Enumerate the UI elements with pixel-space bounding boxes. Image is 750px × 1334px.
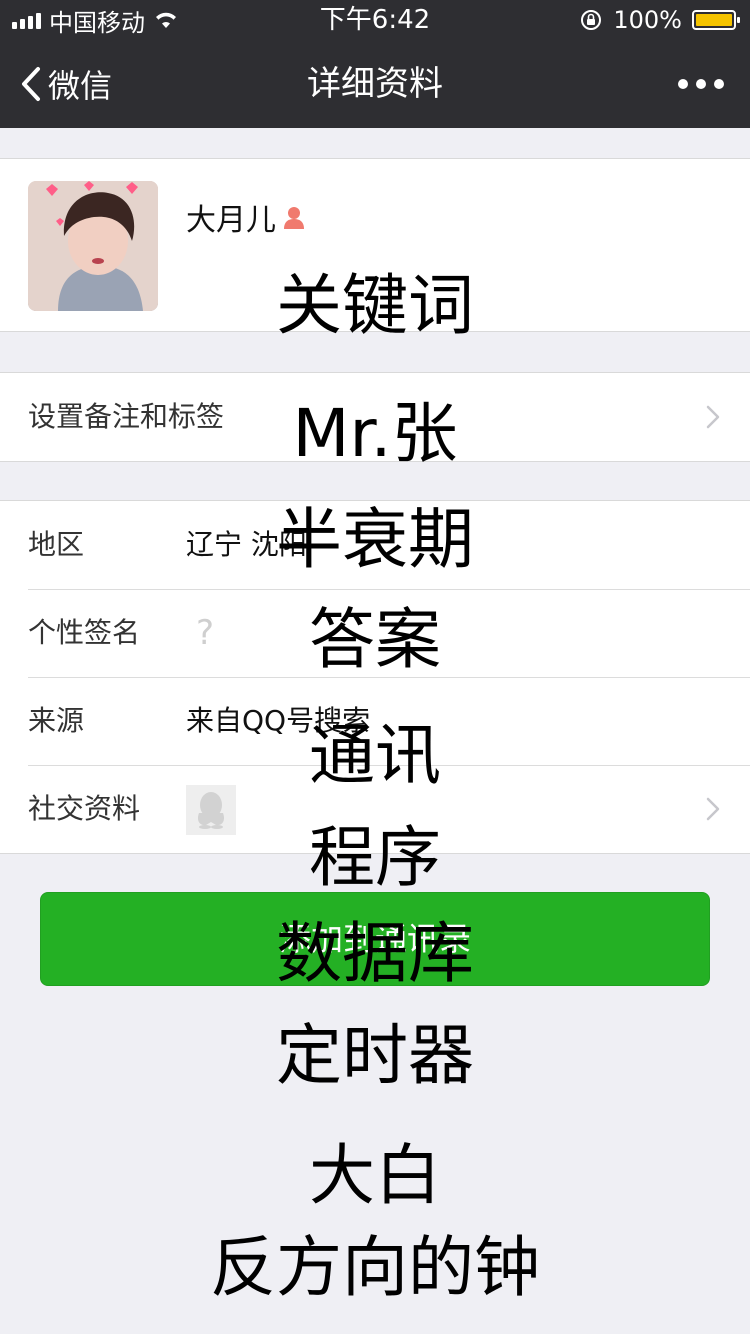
overlay-word: 定时器 <box>276 1017 474 1094</box>
status-right: 100% <box>579 0 740 40</box>
info-group: 地区 辽宁 沈阳 个性签名 ? 来源 来自QQ号搜索 社交资料 <box>0 500 750 854</box>
overlay-word: 反方向的钟 <box>210 1229 540 1306</box>
remark-label: 设置备注和标签 <box>28 400 225 433</box>
more-icon[interactable] <box>678 40 724 128</box>
profile-name: 大月儿 <box>186 203 276 238</box>
battery-fill <box>696 14 732 26</box>
social-row[interactable]: 社交资料 <box>0 765 750 853</box>
page-title: 详细资料 <box>307 64 443 104</box>
profile-card: 大月儿 <box>0 158 750 332</box>
avatar-photo <box>28 181 158 311</box>
source-label: 来源 <box>28 704 85 737</box>
source-row: 来源 来自QQ号搜索 <box>0 677 750 765</box>
battery-icon <box>692 10 740 30</box>
avatar[interactable] <box>28 181 158 311</box>
chevron-right-icon <box>706 405 720 429</box>
region-label: 地区 <box>28 528 85 561</box>
qq-icon <box>186 785 236 835</box>
female-icon <box>284 207 304 229</box>
nav-bar: 微信 详细资料 <box>0 40 750 128</box>
status-bar: 中国移动 下午6:42 100% <box>0 0 750 40</box>
social-label: 社交资料 <box>28 792 141 825</box>
signature-value: ? <box>196 613 215 653</box>
source-value: 来自QQ号搜索 <box>186 704 371 737</box>
overlay-word: 大白 <box>309 1137 441 1214</box>
region-value: 辽宁 沈阳 <box>186 528 307 561</box>
remark-group: 设置备注和标签 <box>0 372 750 462</box>
battery-percent: 100% <box>613 6 682 34</box>
rotation-lock-icon <box>581 10 602 30</box>
remark-row[interactable]: 设置备注和标签 <box>0 373 750 461</box>
region-row: 地区 辽宁 沈阳 <box>0 501 750 589</box>
chevron-right-icon <box>706 797 720 821</box>
profile-name-row: 大月儿 <box>186 195 308 239</box>
signature-label: 个性签名 <box>28 616 141 649</box>
add-to-contacts-button[interactable]: 添加到通讯录 <box>40 892 710 986</box>
signature-row: 个性签名 ? <box>0 589 750 677</box>
